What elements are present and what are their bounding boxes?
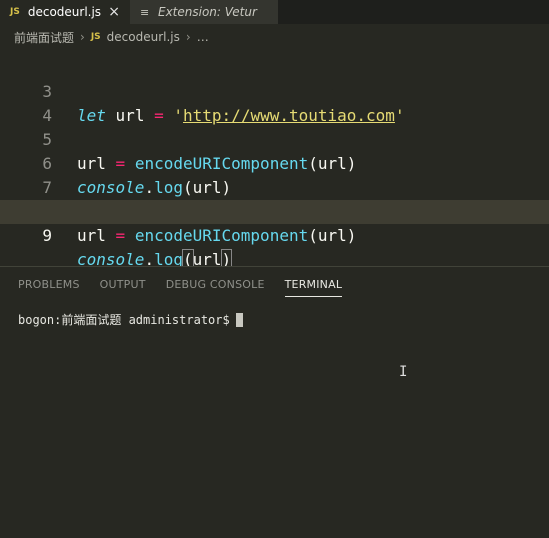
chevron-right-icon: › xyxy=(80,30,85,44)
tab-debug-console[interactable]: DEBUG CONSOLE xyxy=(166,278,265,297)
tab-extension-vetur[interactable]: ≡ Extension: Vetur xyxy=(130,0,278,24)
terminal[interactable]: bogon:前端面试题 administrator$ xyxy=(18,311,243,328)
tab-terminal[interactable]: TERMINAL xyxy=(284,278,343,297)
tab-decodeurl[interactable]: JS decodeurl.js × xyxy=(0,0,130,24)
js-file-icon: JS xyxy=(10,7,20,17)
breadcrumb-folder[interactable]: 前端面试题 xyxy=(14,29,74,46)
tab-problems[interactable]: PROBLEMS xyxy=(18,278,80,297)
text-cursor-icon: I xyxy=(399,364,408,380)
js-file-icon: JS xyxy=(90,32,101,42)
code-line[interactable]: 6 console.log(url) xyxy=(0,128,549,197)
breadcrumb-more[interactable]: … xyxy=(197,30,209,44)
terminal-prompt: bogon:前端面试题 administrator$ xyxy=(18,313,230,327)
code-line-current[interactable]: 9 console.log(url) xyxy=(0,200,549,270)
code-editor[interactable]: 3 let url = 'http://www.toutiao.com' 4 5… xyxy=(0,48,549,270)
code-line[interactable]: 4 xyxy=(0,80,549,125)
line-number: 9 xyxy=(42,226,52,245)
terminal-cursor xyxy=(235,312,243,327)
code-line[interactable]: 7 xyxy=(0,152,549,197)
code-line[interactable]: 8 url = encodeURIComponent(url) xyxy=(0,176,549,245)
code-text: url = encodeURIComponent(url) xyxy=(77,226,357,245)
bottom-panel: PROBLEMS OUTPUT DEBUG CONSOLE TERMINAL b… xyxy=(0,266,549,538)
breadcrumb: 前端面试题 › JS decodeurl.js › … xyxy=(0,26,549,48)
breadcrumb-file[interactable]: decodeurl.js xyxy=(107,30,180,44)
tab-label: decodeurl.js xyxy=(27,5,102,19)
chevron-right-icon: › xyxy=(185,30,191,44)
tab-label: Extension: Vetur xyxy=(158,5,257,19)
panel-tab-bar: PROBLEMS OUTPUT DEBUG CONSOLE TERMINAL xyxy=(18,278,362,297)
code-line[interactable]: 3 let url = 'http://www.toutiao.com' xyxy=(0,56,549,125)
close-icon[interactable]: × xyxy=(108,4,120,20)
editor-tab-bar: JS decodeurl.js × ≡ Extension: Vetur xyxy=(0,0,549,24)
code-line[interactable]: 5 url = encodeURIComponent(url) xyxy=(0,104,549,173)
preview-icon: ≡ xyxy=(140,5,150,19)
tab-output[interactable]: OUTPUT xyxy=(100,278,146,297)
